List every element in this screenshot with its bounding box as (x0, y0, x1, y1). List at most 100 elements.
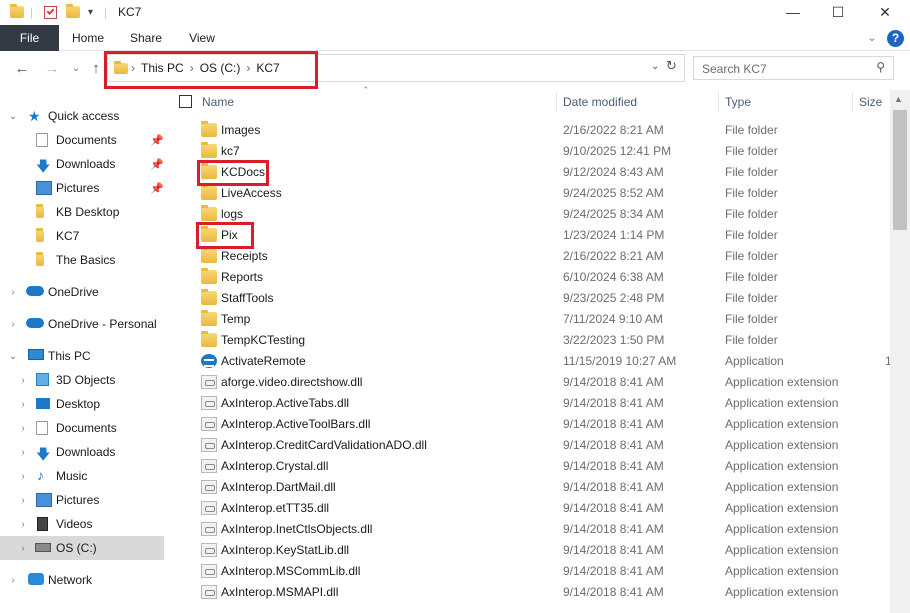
chevron-right-icon[interactable]: › (8, 575, 18, 586)
chevron-right-icon[interactable]: › (18, 519, 28, 530)
sidebar-item-onedrive-personal[interactable]: › OneDrive - Personal (0, 312, 164, 336)
table-row[interactable]: Temp 7/11/2024 9:10 AM File folder (172, 309, 890, 330)
table-row[interactable]: AxInterop.KeyStatLib.dll 9/14/2018 8:41 A… (172, 540, 890, 561)
table-row[interactable]: Images 2/16/2022 8:21 AM File folder (172, 120, 890, 141)
pin-icon[interactable]: 📌 (150, 182, 164, 195)
file-date-modified: 9/14/2018 8:41 AM (563, 543, 664, 557)
up-button[interactable]: ↑ (88, 60, 104, 78)
help-icon[interactable]: ? (887, 30, 904, 47)
chevron-down-icon[interactable]: ⌄ (8, 351, 18, 362)
sidebar-item-this-pc[interactable]: ⌄ This PC (0, 344, 164, 368)
table-row[interactable]: AxInterop.Crystal.dll 9/14/2018 8:41 AM Ap… (172, 456, 890, 477)
table-row[interactable]: kc7 9/10/2025 12:41 PM File folder (172, 141, 890, 162)
tab-view[interactable]: View (178, 25, 226, 51)
file-type: Application extension (725, 522, 839, 536)
scroll-up-icon[interactable]: ▲ (894, 94, 903, 104)
sidebar-item-documents-pc[interactable]: › Documents (0, 416, 164, 440)
file-date-modified: 2/16/2022 8:21 AM (563, 123, 664, 137)
table-row[interactable]: StaffTools 9/23/2025 2:48 PM File folder (172, 288, 890, 309)
file-date-modified: 3/22/2023 1:50 PM (563, 333, 665, 347)
tab-share[interactable]: Share (122, 25, 170, 51)
pin-icon[interactable]: 📌 (150, 134, 164, 147)
sidebar-item-downloads-pc[interactable]: › 🡇 Downloads (0, 440, 164, 464)
window-title: KC7 (118, 5, 142, 19)
sidebar-item-onedrive[interactable]: › OneDrive (0, 280, 164, 304)
chevron-right-icon[interactable]: › (8, 319, 18, 330)
table-row[interactable]: TempKCTesting 3/22/2023 1:50 PM File folde… (172, 330, 890, 351)
sidebar-item-label: Downloads (56, 445, 116, 459)
table-row[interactable]: AxInterop.ActiveToolBars.dll 9/14/2018 8:… (172, 414, 890, 435)
table-row[interactable]: aforge.video.directshow.dll 9/14/2018 8:4… (172, 372, 890, 393)
cloud-icon (26, 318, 44, 328)
sidebar-item-downloads[interactable]: 🡇 Downloads 📌 (0, 152, 164, 176)
table-row[interactable]: AxInterop.etTT35.dll 9/14/2018 8:41 AM App… (172, 498, 890, 519)
sidebar-item-kb-desktop[interactable]: KB Desktop (0, 200, 164, 224)
chevron-right-icon[interactable]: › (18, 423, 28, 434)
column-header-size[interactable]: Size (859, 90, 882, 114)
new-folder-icon[interactable] (66, 4, 80, 20)
table-row[interactable]: logs 9/24/2025 8:34 AM File folder (172, 204, 890, 225)
sidebar-item-pictures[interactable]: Pictures 📌 (0, 176, 164, 200)
column-header-date-modified[interactable]: Date modified (563, 90, 637, 114)
back-button[interactable]: ← (14, 60, 30, 78)
file-date-modified: 11/15/2019 10:27 AM (563, 354, 677, 368)
chevron-right-icon[interactable]: › (8, 287, 18, 298)
file-name: AxInterop.MSCommLib.dll (221, 564, 361, 578)
chevron-down-icon[interactable]: ⌄ (8, 111, 18, 122)
select-all-checkbox[interactable] (179, 95, 192, 108)
table-row[interactable]: Receipts 2/16/2022 8:21 AM File folder (172, 246, 890, 267)
column-header-name[interactable]: Name (202, 90, 234, 114)
sidebar-item-quick-access[interactable]: ⌄ ★ Quick access (0, 104, 164, 128)
table-row[interactable]: Reports 6/10/2024 6:38 AM File folder (172, 267, 890, 288)
chevron-right-icon[interactable]: › (18, 399, 28, 410)
tab-home[interactable]: Home (64, 25, 112, 51)
sidebar-item-music[interactable]: › ♪ Music (0, 464, 164, 488)
column-header-type[interactable]: Type (725, 90, 751, 114)
expand-ribbon-icon[interactable]: ⌄ (862, 25, 882, 51)
table-row[interactable]: AxInterop.ActiveTabs.dll 9/14/2018 8:41 A… (172, 393, 890, 414)
tab-file[interactable]: File (0, 25, 59, 51)
table-row[interactable]: AxInterop.MSCommLib.dll 9/14/2018 8:41 AM… (172, 561, 890, 582)
sidebar-item-label: Videos (56, 517, 93, 531)
sidebar-item-pictures-pc[interactable]: › Pictures (0, 488, 164, 512)
maximize-button[interactable]: ☐ (815, 0, 861, 24)
column-divider[interactable] (718, 92, 719, 112)
table-row[interactable]: AxInterop.CreditCardValidationADO.dll 9/1… (172, 435, 890, 456)
sidebar-item-3d-objects[interactable]: › 3D Objects (0, 368, 164, 392)
sidebar-item-documents[interactable]: Documents 📌 (0, 128, 164, 152)
table-row[interactable]: Pix 1/23/2024 1:14 PM File folder (172, 225, 890, 246)
sidebar-item-network[interactable]: › Network (0, 568, 164, 592)
chevron-right-icon[interactable]: › (18, 375, 28, 386)
address-dropdown-icon[interactable]: ⌄ (651, 61, 659, 72)
properties-icon[interactable] (44, 4, 57, 20)
refresh-icon[interactable]: ↻ (666, 58, 677, 74)
minimize-button[interactable]: — (770, 0, 816, 24)
sidebar-item-the-basics[interactable]: The Basics (0, 248, 164, 272)
pin-icon[interactable]: 📌 (150, 158, 164, 171)
table-row[interactable]: ActivateRemote 11/15/2019 10:27 AM Applica… (172, 351, 892, 372)
table-row[interactable]: LiveAccess 9/24/2025 8:52 AM File folder (172, 183, 890, 204)
column-divider[interactable] (852, 92, 853, 112)
table-row[interactable]: AxInterop.MSMAPI.dll 9/14/2018 8:41 AM App… (172, 582, 890, 603)
sidebar-item-videos[interactable]: › Videos (0, 512, 164, 536)
close-button[interactable]: ✕ (862, 0, 908, 24)
chevron-right-icon[interactable]: › (18, 471, 28, 482)
sidebar-item-os-c[interactable]: › OS (C:) (0, 536, 164, 560)
chevron-right-icon[interactable]: › (18, 447, 28, 458)
dll-file-icon (201, 480, 217, 494)
chevron-right-icon[interactable]: › (18, 495, 28, 506)
column-divider[interactable] (556, 92, 557, 112)
music-note-icon: ♪ (37, 467, 44, 483)
forward-button[interactable]: → (44, 60, 60, 78)
table-row[interactable]: AxInterop.DartMail.dll 9/14/2018 8:41 AM A… (172, 477, 890, 498)
customize-toolbar-icon[interactable]: ▾ (88, 4, 93, 20)
sidebar-item-kc7[interactable]: KC7 (0, 224, 164, 248)
scrollbar-thumb[interactable] (893, 110, 907, 230)
ribbon: File Home Share View ⌄ ? (0, 25, 910, 51)
table-row[interactable]: KCDocs 9/12/2024 8:43 AM File folder (172, 162, 890, 183)
chevron-right-icon[interactable]: › (18, 543, 28, 554)
recent-locations-icon[interactable]: ⌄ (68, 60, 84, 78)
table-row[interactable]: AxInterop.InetCtlsObjects.dll 9/14/2018 8… (172, 519, 890, 540)
search-input[interactable]: Search KC7 ⚲ (693, 56, 894, 80)
sidebar-item-desktop[interactable]: › Desktop (0, 392, 164, 416)
